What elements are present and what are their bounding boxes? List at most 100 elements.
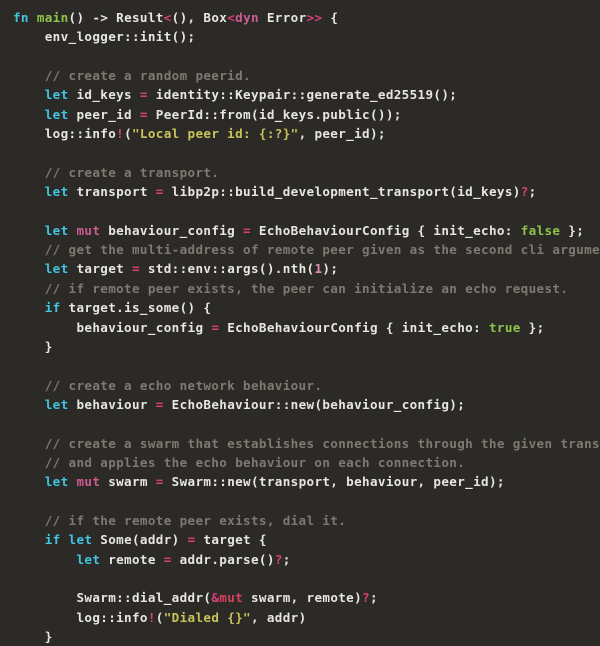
code-line[interactable]: // get the multi-address of remote peer … bbox=[0, 240, 600, 259]
code-line-blank[interactable] bbox=[0, 356, 600, 375]
code-token-comment: // if remote peer exists, the peer can i… bbox=[44, 280, 569, 296]
code-line[interactable]: let target = std::env::args().nth(1); bbox=[0, 259, 600, 278]
code-token-comment: // create a swarm that establishes conne… bbox=[44, 435, 600, 451]
code-token-plain: Some(addr) bbox=[92, 532, 188, 548]
code-token-fnname: main bbox=[36, 10, 69, 25]
code-token-kw: let bbox=[44, 474, 69, 490]
code-token-kw: let bbox=[44, 184, 69, 200]
code-line[interactable]: let transport = libp2p::build_developmen… bbox=[0, 182, 600, 201]
code-line[interactable]: // create a random peerid. bbox=[0, 66, 600, 85]
code-token-comment: // if the remote peer exists, dial it. bbox=[44, 512, 347, 528]
code-line-blank[interactable] bbox=[0, 47, 600, 66]
code-token-op: = bbox=[155, 396, 164, 412]
code-token-kw: if bbox=[44, 300, 61, 316]
code-line[interactable]: fn main() -> Result<(), Box<dyn Error>> … bbox=[0, 8, 600, 27]
code-token-op: ? bbox=[274, 551, 283, 567]
code-line[interactable]: Swarm::dial_addr(&mut swarm, remote)?; bbox=[0, 588, 600, 607]
code-line[interactable]: log::info!("Dialed {}", addr) bbox=[0, 608, 600, 627]
code-line[interactable]: let peer_id = PeerId::from(id_keys.publi… bbox=[0, 105, 600, 124]
code-token-kw: let bbox=[44, 261, 69, 277]
code-token-bool: true bbox=[488, 319, 521, 335]
code-line[interactable]: // create a transport. bbox=[0, 163, 600, 182]
code-line[interactable]: behaviour_config = EchoBehaviourConfig {… bbox=[0, 318, 600, 337]
code-token-comment: // and applies the echo behaviour on eac… bbox=[44, 454, 466, 470]
code-token-op: = bbox=[243, 222, 251, 238]
code-token-plain: ); bbox=[322, 261, 339, 277]
code-token-plain: target bbox=[68, 261, 132, 277]
code-token-plain: , peer_id); bbox=[298, 126, 386, 142]
code-token-plain: log::info bbox=[44, 126, 117, 142]
code-line[interactable]: // create a swarm that establishes conne… bbox=[0, 434, 600, 453]
code-lines-container: fn main() -> Result<(), Box<dyn Error>> … bbox=[0, 8, 600, 646]
code-line[interactable]: let id_keys = identity::Keypair::generat… bbox=[0, 85, 600, 104]
code-token-kw: let bbox=[44, 222, 69, 238]
code-editor-surface[interactable]: fn main() -> Result<(), Box<dyn Error>> … bbox=[0, 0, 600, 644]
code-token-plain: PeerId::from(id_keys.public()); bbox=[147, 106, 402, 122]
code-line[interactable]: env_logger::init(); bbox=[0, 27, 600, 46]
code-token-plain: Swarm::new(transport, behaviour, peer_id… bbox=[163, 474, 505, 490]
code-token-bool: false bbox=[520, 222, 561, 238]
code-line[interactable]: let remote = addr.parse()?; bbox=[0, 550, 600, 569]
code-token-plain: ; bbox=[282, 551, 291, 567]
code-line-blank[interactable] bbox=[0, 201, 600, 220]
code-line[interactable]: log::info!("Local peer id: {:?}", peer_i… bbox=[0, 124, 600, 143]
code-line[interactable]: // and applies the echo behaviour on eac… bbox=[0, 453, 600, 472]
code-token-kw: if bbox=[44, 532, 61, 548]
code-line[interactable]: // if the remote peer exists, dial it. bbox=[0, 511, 600, 530]
code-token-comment: // create a random peerid. bbox=[44, 68, 251, 84]
code-token-plain: identity::Keypair::generate_ed25519(); bbox=[147, 87, 458, 103]
code-token-plain: transport bbox=[68, 184, 156, 200]
code-token-plain: }; bbox=[560, 222, 585, 238]
code-token-op: = bbox=[163, 551, 172, 567]
code-token-str: "Local peer id: {:?}" bbox=[132, 126, 299, 142]
code-line[interactable]: // if remote peer exists, the peer can i… bbox=[0, 279, 600, 298]
code-line[interactable]: let mut swarm = Swarm::new(transport, be… bbox=[0, 472, 600, 491]
code-token-plain: peer_id bbox=[68, 106, 140, 122]
code-token-plain: ( bbox=[155, 609, 164, 625]
code-token-plain: , addr) bbox=[251, 609, 307, 625]
code-token-plain: () -> Result bbox=[68, 10, 164, 25]
code-token-plain: env_logger::init(); bbox=[44, 29, 196, 45]
code-token-kw: let bbox=[68, 532, 93, 548]
code-token-op: < bbox=[163, 10, 172, 25]
code-token-plain: behaviour_config bbox=[76, 319, 212, 335]
code-line[interactable]: if target.is_some() { bbox=[0, 298, 600, 317]
code-token-plain: } bbox=[44, 338, 53, 354]
code-line[interactable]: // create a echo network behaviour. bbox=[0, 376, 600, 395]
code-token-plain: { bbox=[322, 10, 339, 25]
code-token-comment: // create a transport. bbox=[44, 164, 220, 180]
code-line[interactable]: if let Some(addr) = target { bbox=[0, 530, 600, 549]
code-token-op: < bbox=[227, 10, 236, 25]
code-line-blank[interactable] bbox=[0, 143, 600, 162]
code-line[interactable]: let behaviour = EchoBehaviour::new(behav… bbox=[0, 395, 600, 414]
code-line[interactable]: let mut behaviour_config = EchoBehaviour… bbox=[0, 221, 600, 240]
code-token-plain: behaviour bbox=[68, 396, 156, 412]
code-token-kw: let bbox=[44, 87, 69, 103]
code-line-blank[interactable] bbox=[0, 569, 600, 588]
code-line[interactable]: } bbox=[0, 627, 600, 646]
code-token-plain: remote bbox=[100, 551, 164, 567]
code-token-plain: std::env::args().nth( bbox=[139, 261, 315, 277]
code-line-blank[interactable] bbox=[0, 414, 600, 433]
code-line-blank[interactable] bbox=[0, 492, 600, 511]
code-token-comment: // get the multi-address of remote peer … bbox=[44, 242, 600, 258]
code-line[interactable]: } bbox=[0, 337, 600, 356]
code-token-kw: fn bbox=[13, 10, 29, 25]
